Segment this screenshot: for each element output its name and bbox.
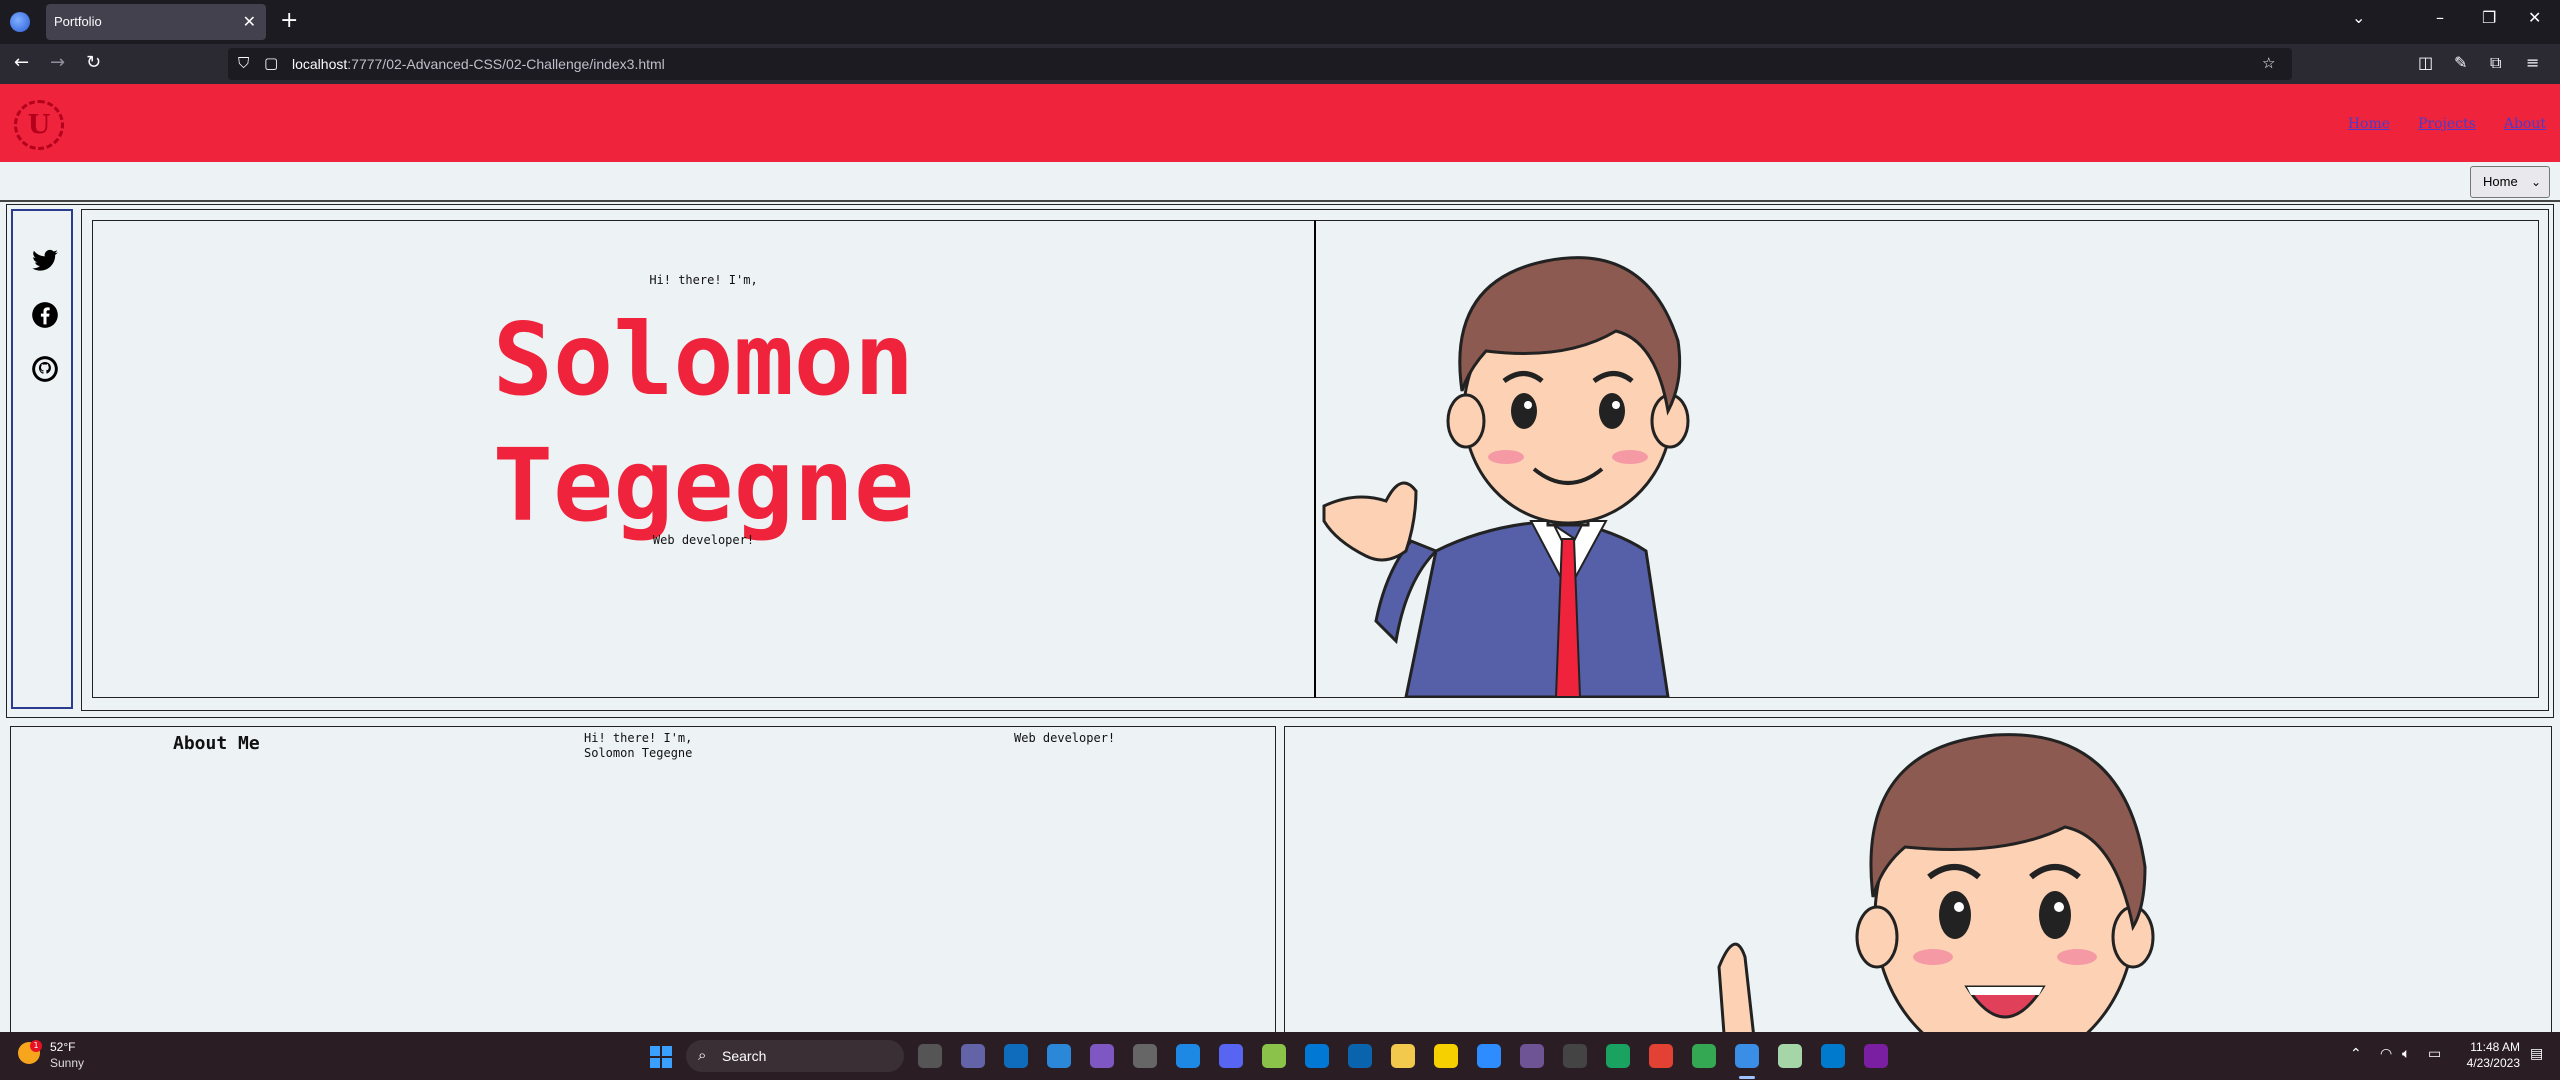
hero-greeting: Hi! there! I'm, (649, 273, 758, 287)
about-title: About Me (173, 733, 260, 754)
page-info-icon[interactable]: ▢ (264, 54, 278, 72)
facebook-icon[interactable] (31, 301, 59, 329)
firefox-taskbar-icon[interactable] (1735, 1044, 1759, 1068)
tab-close-icon[interactable]: ✕ (243, 12, 256, 31)
git-icon[interactable] (1778, 1044, 1802, 1068)
url-path: :7777/02-Advanced-CSS/02-Challenge/index… (347, 56, 665, 72)
teams-icon[interactable] (961, 1044, 985, 1068)
hero-name: Solomon Tegegne (93, 297, 1314, 549)
clock-time[interactable]: 11:48 AM (2470, 1040, 2520, 1054)
back-button-icon[interactable]: ← (14, 52, 29, 74)
store-icon[interactable] (1047, 1044, 1071, 1068)
site-logo[interactable]: U (14, 100, 64, 150)
hero-section: Hi! there! I'm, Solomon Tegegne Web deve… (6, 204, 2554, 718)
minecraft-icon[interactable] (1262, 1044, 1286, 1068)
url-host: localhost (292, 56, 348, 72)
hero-text-panel: Hi! there! I'm, Solomon Tegegne Web deve… (92, 220, 1315, 698)
hero-image-panel (1314, 220, 2539, 698)
weather-temperature[interactable]: 52°F (50, 1040, 75, 1054)
about-role: Web developer! (1014, 731, 1116, 745)
new-tab-button[interactable]: + (280, 8, 298, 34)
tab-title: Portfolio (54, 14, 102, 29)
file-explorer-icon[interactable] (1391, 1044, 1415, 1068)
restore-window-icon[interactable]: ❐ (2482, 8, 2496, 27)
visual-studio-icon[interactable] (1090, 1044, 1114, 1068)
cartoon-businessman-image (1322, 256, 1690, 697)
nav-link-about[interactable]: About (2504, 116, 2546, 132)
search-icon: ⌕ (698, 1046, 707, 1064)
select-strip: Home ⌄ (0, 162, 2560, 202)
search-label: Search (722, 1048, 767, 1064)
nav-link-projects[interactable]: Projects (2418, 116, 2476, 132)
shield-icon[interactable]: ⛉ (238, 54, 249, 72)
browser-tab-portfolio[interactable]: Portfolio ✕ (46, 4, 266, 40)
chrome-icon[interactable] (1649, 1044, 1673, 1068)
github-icon[interactable] (31, 355, 59, 383)
browser-tab-bar: Portfolio ✕ + ⌄ – ❐ ✕ (0, 0, 2560, 44)
sticky-notes-icon[interactable] (1434, 1044, 1458, 1068)
app-menu-icon[interactable]: ≡ (2526, 53, 2539, 72)
github-desktop-icon[interactable] (1520, 1044, 1544, 1068)
discord-icon[interactable] (1219, 1044, 1243, 1068)
hero-role: Web developer! (652, 533, 755, 547)
address-bar[interactable]: ⛉ ▢ localhost:7777/02-Advanced-CSS/02-Ch… (228, 48, 2292, 80)
extra-app-icon[interactable] (1864, 1044, 1888, 1068)
weather-condition[interactable]: Sunny (50, 1056, 84, 1070)
battery-icon[interactable]: ▭ (2428, 1046, 2441, 1062)
vscode-icon[interactable] (1821, 1044, 1845, 1068)
weather-badge: 1 (30, 1040, 42, 1052)
clock-date[interactable]: 4/23/2023 (2467, 1056, 2520, 1070)
notepad-icon[interactable] (1133, 1044, 1157, 1068)
notifications-icon[interactable]: ▤ (2530, 1046, 2543, 1062)
windows-taskbar: 1 52°F Sunny ⌕ Search ⌃ ◠ 🔈︎ ▭ 11:48 AM … (0, 1032, 2560, 1080)
terminal-icon[interactable] (1563, 1044, 1587, 1068)
safari-like-icon[interactable] (1176, 1044, 1200, 1068)
start-button-icon[interactable] (650, 1046, 672, 1068)
volume-icon[interactable]: 🔈︎ (2402, 1046, 2410, 1062)
ms-app-icon[interactable] (1305, 1044, 1329, 1068)
close-window-icon[interactable]: ✕ (2528, 8, 2541, 27)
zoom-icon[interactable] (1477, 1044, 1501, 1068)
social-sidebar (11, 209, 73, 709)
url-text[interactable]: localhost:7777/02-Advanced-CSS/02-Challe… (292, 56, 665, 72)
firefox-logo-icon[interactable] (10, 12, 30, 32)
taskbar-search[interactable]: ⌕ Search (686, 1040, 904, 1072)
edge-icon[interactable] (1606, 1044, 1630, 1068)
task-view-icon[interactable] (918, 1044, 942, 1068)
mail-icon[interactable] (1004, 1044, 1028, 1068)
page-select-dropdown[interactable]: Home ⌄ (2470, 166, 2550, 198)
select-value: Home (2483, 174, 2518, 189)
browser-toolbar: ← → ↻ ⛉ ▢ localhost:7777/02-Advanced-CSS… (0, 44, 2560, 84)
extensions-icon[interactable]: ⧉ (2490, 53, 2501, 73)
outlook-icon[interactable] (1348, 1044, 1372, 1068)
devtools-wrench-icon[interactable]: ✎ (2454, 53, 2467, 72)
site-nav: Home Projects About (2348, 116, 2546, 132)
hero-name-last: Tegegne (492, 427, 915, 544)
pocket-icon[interactable]: ◫ (2418, 53, 2433, 72)
hero-name-first: Solomon (492, 301, 915, 418)
wifi-icon[interactable]: ◠ (2380, 1046, 2392, 1062)
list-all-tabs-icon[interactable]: ⌄ (2352, 8, 2365, 27)
twitter-icon[interactable] (31, 247, 59, 275)
chrome-dev-icon[interactable] (1692, 1044, 1716, 1068)
about-image-panel (1284, 726, 2552, 1032)
about-greeting-line2: Solomon Tegegne (584, 746, 693, 760)
reload-button-icon[interactable]: ↻ (86, 52, 101, 74)
about-greeting: Hi! there! I'm, Solomon Tegegne (584, 731, 692, 761)
nav-link-home[interactable]: Home (2348, 116, 2390, 132)
minimize-window-icon[interactable]: – (2436, 8, 2444, 27)
bookmark-star-icon[interactable]: ☆ (2262, 54, 2275, 72)
site-header: U Home Projects About (0, 84, 2560, 162)
about-greeting-line1: Hi! there! I'm, (584, 731, 693, 745)
forward-button-icon[interactable]: → (50, 52, 65, 74)
hero-box: Hi! there! I'm, Solomon Tegegne Web deve… (81, 209, 2549, 711)
cartoon-businessman-closeup-image (1717, 733, 2155, 1032)
active-app-indicator (1739, 1076, 1755, 1079)
about-section: About Me Hi! there! I'm, Solomon Tegegne… (10, 726, 1276, 1032)
tray-chevron-up-icon[interactable]: ⌃ (2350, 1046, 2362, 1062)
chevron-down-icon: ⌄ (2530, 175, 2541, 189)
page-viewport: U Home Projects About Home ⌄ Hi! there! … (0, 84, 2560, 1032)
